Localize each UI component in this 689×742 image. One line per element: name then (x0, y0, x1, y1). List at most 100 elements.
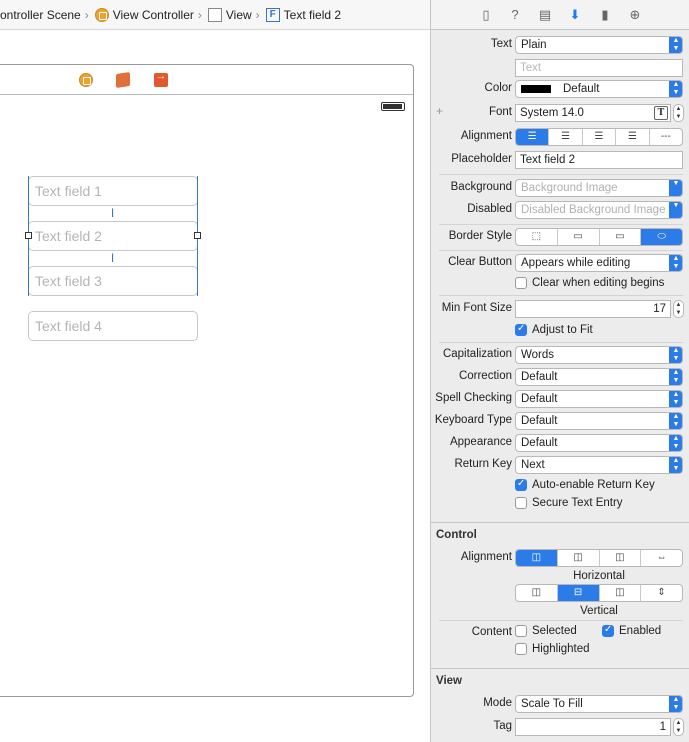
border-none-icon[interactable]: ⬚ (516, 229, 558, 245)
checkbox-label: Auto-enable Return Key (532, 479, 655, 491)
keyboard-type-popup[interactable]: Default ▲ ▼ (515, 412, 683, 430)
align-v-fill-icon[interactable]: ⇕ (641, 585, 682, 601)
vertical-caption: Vertical (580, 605, 618, 617)
align-v-bottom-icon[interactable]: ◫ (600, 585, 642, 601)
keyboard-type-label: Keyboard Type (434, 414, 512, 426)
align-right-icon[interactable]: ☰ (583, 129, 617, 145)
content-label: Content (471, 626, 512, 638)
first-responder-icon[interactable] (116, 72, 130, 88)
breadcrumb-item-view-controller[interactable]: View Controller › (94, 7, 208, 22)
text-field-2[interactable]: Text field 2 (28, 221, 198, 251)
checkbox-label: Secure Text Entry (532, 497, 623, 509)
storyboard-canvas[interactable]: ontroller Scene › View Controller › View… (0, 0, 430, 742)
help-icon[interactable]: ? (507, 7, 523, 23)
inspector-tab-bar: ▯ ? ▤ ⬇ ▮ ⊕ (431, 0, 689, 30)
breadcrumb-item-view[interactable]: View › (207, 7, 266, 22)
align-natural-icon[interactable]: --- (650, 129, 682, 145)
disabled-image-popup[interactable]: Disabled Background Image ▼ (515, 201, 683, 219)
appearance-popup[interactable]: Default ▲ ▼ (515, 434, 683, 452)
content-mode-popup[interactable]: Scale To Fill ▲ ▼ (515, 695, 683, 713)
return-key-popup[interactable]: Next ▲ ▼ (515, 456, 683, 474)
align-h-center-icon[interactable]: ◫ (558, 550, 600, 566)
min-font-size-row: Min Font Size 17 ▲ ▼ (431, 300, 689, 318)
placeholder-field[interactable]: Text field 2 (515, 151, 683, 169)
identity-icon[interactable]: ▤ (537, 7, 553, 23)
align-left-icon[interactable]: ☰ (516, 129, 550, 145)
clear-when-editing-checkbox[interactable]: Clear when editing begins (515, 276, 664, 290)
adjust-to-fit-checkbox[interactable]: Adjust to Fit (515, 323, 593, 337)
selected-checkbox[interactable]: Selected (515, 624, 577, 638)
size-icon[interactable]: ▮ (597, 7, 613, 23)
exit-icon[interactable] (154, 71, 168, 87)
align-center-icon[interactable]: ☰ (549, 129, 583, 145)
control-alignment-row: Alignment ◫ ◫ ◫ ⇔ (431, 549, 689, 567)
checkbox-icon (515, 497, 527, 509)
scene-frame[interactable] (0, 64, 414, 697)
enabled-checkbox[interactable]: Enabled (602, 624, 661, 638)
correction-popup[interactable]: Default ▲ ▼ (515, 368, 683, 386)
resize-handle-left[interactable] (25, 232, 32, 239)
clear-button-row: Clear Button Appears while editing ▲ ▼ (431, 254, 689, 272)
disabled-image-value: Disabled Background Image (521, 204, 666, 216)
text-field-3[interactable]: Text field 3 (28, 266, 198, 296)
min-font-size-field[interactable]: 17 (515, 300, 671, 318)
chevron-down-icon: ▼ (669, 202, 682, 218)
text-row: Text Plain ▲ ▼ (431, 36, 689, 54)
alignment-row: Alignment ☰ ☰ ☰ ☰ --- (431, 128, 689, 146)
checkbox-icon (515, 625, 527, 637)
align-h-fill-icon[interactable]: ⇔ (641, 550, 682, 566)
chevron-right-icon: › (197, 7, 202, 22)
return-key-label: Return Key (454, 458, 512, 470)
plus-icon[interactable]: + (436, 104, 443, 118)
highlighted-checkbox[interactable]: Highlighted (515, 642, 590, 656)
secure-text-entry-checkbox[interactable]: Secure Text Entry (515, 496, 623, 510)
divider (439, 620, 683, 621)
checkbox-checked-icon (602, 624, 614, 637)
auto-enable-return-key-checkbox[interactable]: Auto-enable Return Key (515, 478, 655, 492)
breadcrumb-label: Text field 2 (283, 7, 342, 22)
text-type-popup[interactable]: Plain ▲ ▼ (515, 36, 683, 54)
chevron-updown-icon: ▲ ▼ (669, 413, 682, 429)
text-content-field[interactable]: Text (515, 59, 683, 77)
align-justify-icon[interactable]: ☰ (616, 129, 650, 145)
connections-icon[interactable]: ⊕ (627, 7, 643, 23)
view-controller-icon[interactable] (79, 73, 93, 87)
divider (439, 224, 683, 225)
capitalization-label: Capitalization (442, 348, 512, 360)
vertical-alignment-row: ◫ ⊟ ◫ ⇕ (431, 584, 689, 602)
border-line-icon[interactable]: ▭ (558, 229, 600, 245)
checkbox-label: Enabled (619, 625, 662, 637)
view-section-title: View (436, 675, 462, 687)
text-field-icon: F (265, 7, 280, 22)
background-image-popup[interactable]: Background Image ▼ (515, 179, 683, 197)
file-icon[interactable]: ▯ (478, 7, 494, 23)
border-rounded-icon[interactable]: ⬭ (641, 229, 682, 245)
breadcrumb-item-text-field[interactable]: F Text field 2 (265, 7, 342, 22)
attributes-icon[interactable]: ⬇ (567, 7, 583, 23)
font-field[interactable]: System 14.0 T (515, 104, 671, 122)
font-size-stepper[interactable]: ▲ ▼ (673, 104, 684, 122)
text-field-4[interactable]: Text field 4 (28, 311, 198, 341)
tag-stepper[interactable]: ▲ ▼ (673, 718, 684, 736)
font-picker-icon[interactable]: T (654, 106, 668, 120)
breadcrumb-item-scene[interactable]: ontroller Scene › (0, 8, 95, 22)
text-field-1[interactable]: Text field 1 (28, 176, 198, 206)
color-popup[interactable]: Default ▲ ▼ (515, 80, 683, 98)
align-h-left-icon[interactable]: ◫ (516, 550, 558, 566)
spell-checking-popup[interactable]: Default ▲ ▼ (515, 390, 683, 408)
spell-checking-row: Spell Checking Default ▲ ▼ (431, 390, 689, 408)
disabled-row: Disabled Disabled Background Image ▼ (431, 201, 689, 219)
min-font-size-stepper[interactable]: ▲ ▼ (673, 300, 684, 318)
resize-handle-right[interactable] (194, 232, 201, 239)
clear-button-popup[interactable]: Appears while editing ▲ ▼ (515, 254, 683, 272)
tag-field[interactable]: 1 (515, 718, 671, 736)
align-v-center-icon[interactable]: ⊟ (557, 585, 600, 601)
min-font-size-label: Min Font Size (441, 302, 512, 314)
horizontal-caption: Horizontal (573, 570, 625, 582)
border-bezel-icon[interactable]: ▭ (600, 229, 642, 245)
checkbox-icon (515, 277, 527, 289)
align-v-top-icon[interactable]: ◫ (516, 585, 558, 601)
correction-label: Correction (458, 370, 512, 382)
align-h-right-icon[interactable]: ◫ (600, 550, 642, 566)
capitalization-popup[interactable]: Words ▲ ▼ (515, 346, 683, 364)
